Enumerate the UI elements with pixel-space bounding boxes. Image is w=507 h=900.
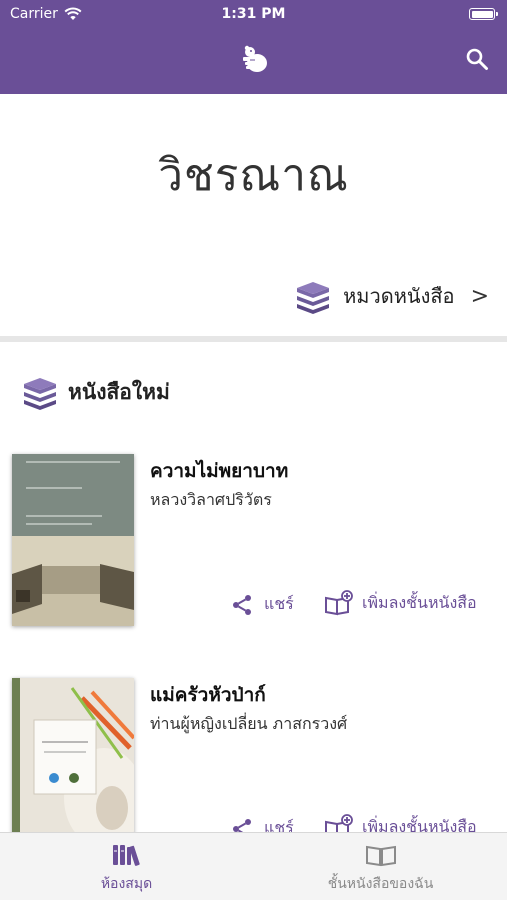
categories-label: หมวดหนังสือ (343, 284, 455, 308)
book-item[interactable]: ความไม่พยาบาท หลวงวิลาศปริวัตร แชร์ เพิ่… (0, 454, 507, 684)
tab-my-bookshelf-label: ชั้นหนังสือของฉัน (327, 876, 434, 892)
tab-library[interactable]: ห้องสมุด (0, 833, 253, 900)
tab-library-label: ห้องสมุด (100, 876, 153, 892)
add-book-icon (325, 590, 353, 616)
chevron-right-icon: > (470, 283, 489, 309)
new-books-header: หนังสือใหม่ (20, 372, 170, 412)
new-books-title: หนังสือใหม่ (68, 379, 170, 404)
top-bar: Carrier 1:31 PM (0, 0, 507, 94)
search-icon[interactable] (465, 47, 489, 71)
share-label: แชร์ (264, 594, 294, 613)
book-author: ท่านผู้หญิงเปลี่ยน ภาสกรวงศ์ (150, 714, 348, 733)
book-cover[interactable] (12, 454, 134, 626)
categories-link[interactable]: หมวดหนังสือ > (293, 276, 489, 316)
books-stack-icon (297, 282, 330, 314)
tab-bar: ห้องสมุด ชั้นหนังสือของฉัน (0, 832, 507, 900)
share-icon (233, 594, 251, 615)
status-bar: Carrier 1:31 PM (0, 0, 507, 28)
library-icon (112, 845, 140, 866)
bear-logo-icon[interactable] (238, 43, 272, 77)
book-cover[interactable] (12, 678, 134, 850)
open-book-icon (365, 845, 396, 867)
books-stack-icon (24, 378, 56, 410)
tab-my-bookshelf[interactable]: ชั้นหนังสือของฉัน (254, 833, 507, 900)
book-title[interactable]: ความไม่พยาบาท (150, 456, 288, 486)
section-separator (0, 336, 507, 342)
book-author: หลวงวิลาศปริวัตร (150, 490, 272, 509)
battery-icon (469, 8, 498, 20)
library-title: วิชรณาณ (158, 150, 349, 201)
share-button[interactable]: แชร์ (230, 592, 294, 617)
add-to-shelf-button[interactable]: เพิ่มลงชั้นหนังสือ (324, 590, 477, 616)
add-to-shelf-label: เพิ่มลงชั้นหนังสือ (362, 592, 477, 612)
status-time: 1:31 PM (221, 6, 286, 22)
book-title[interactable]: แม่ครัวหัวป่าก์ (150, 680, 266, 710)
